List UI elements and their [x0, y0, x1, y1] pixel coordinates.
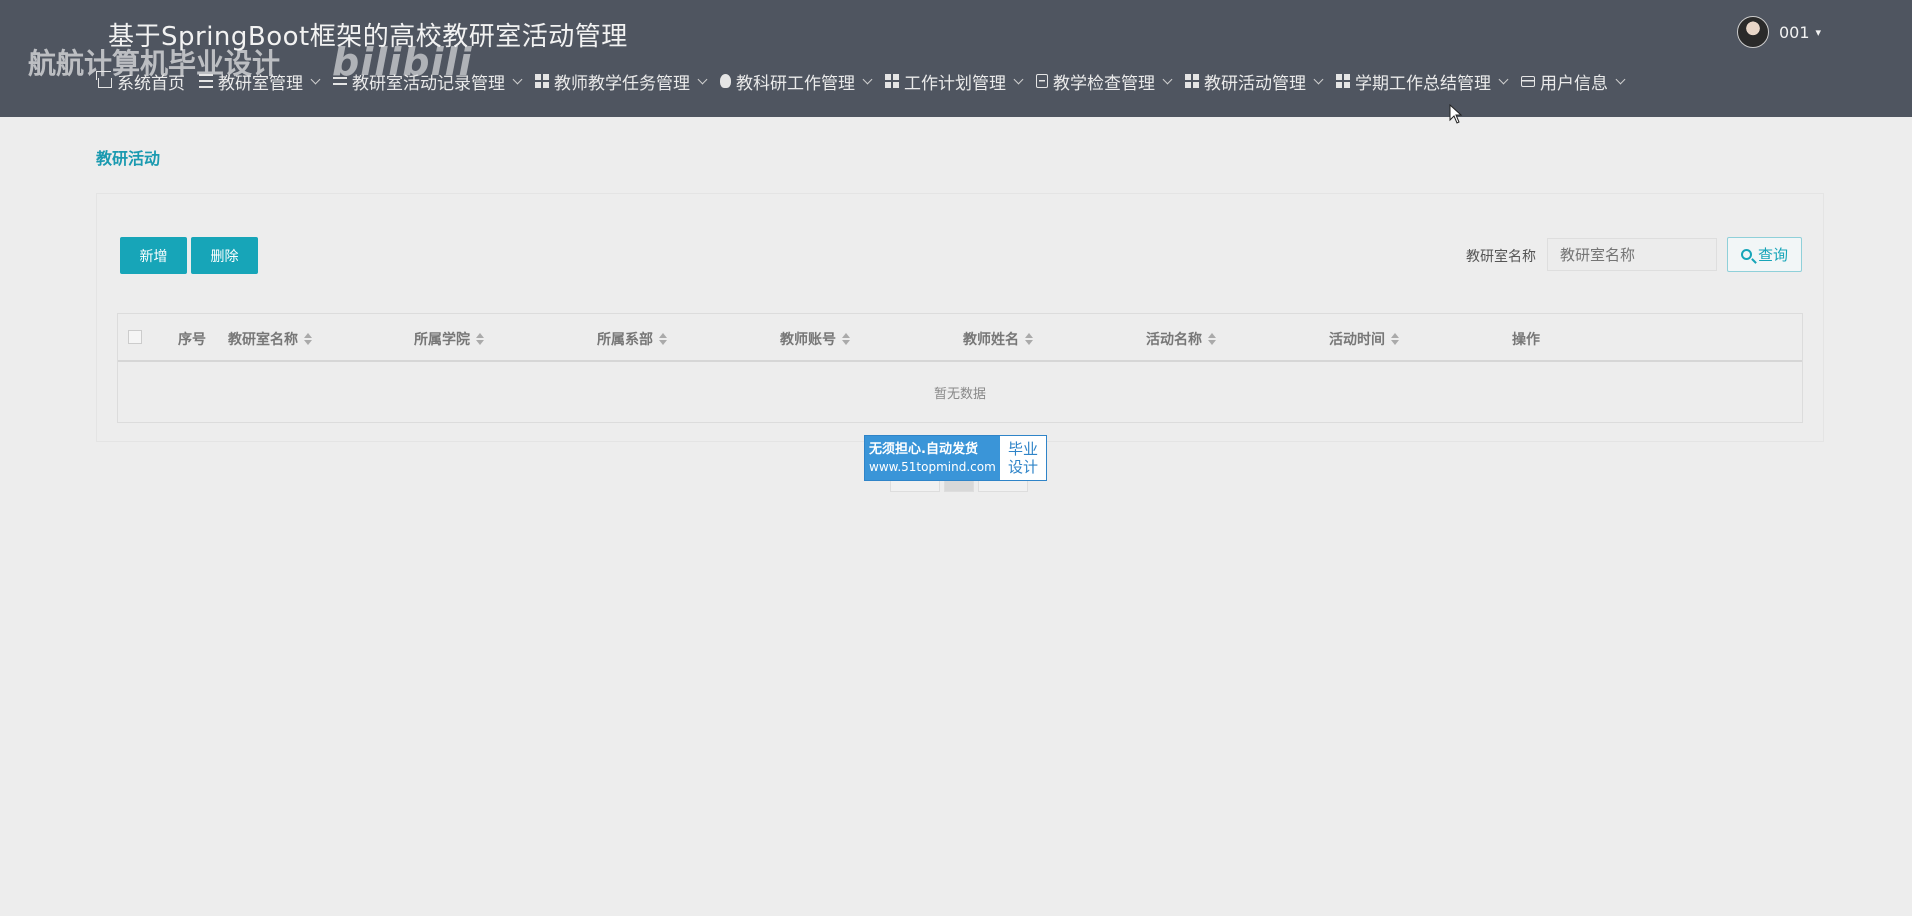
nav-item-research-activities[interactable]: 教研活动管理 [1185, 69, 1324, 94]
nav-item-teaching-inspection[interactable]: 教学检查管理 [1036, 69, 1173, 94]
search-icon [1740, 249, 1752, 260]
nav-item-label[interactable]: 系统首页 [117, 69, 185, 94]
column-header-department[interactable]: 所属系部 [597, 329, 667, 349]
column-header-college[interactable]: 所属学院 [414, 329, 484, 349]
main-nav: 系统首页 教研室管理 教研室活动记录管理 教师教学任务管理 教科研工作管理 工作… [98, 68, 1638, 94]
ad-right-line-1: 毕业 [1007, 440, 1038, 458]
sort-icon[interactable] [476, 333, 484, 345]
grid-icon [1336, 74, 1350, 88]
column-header-activity-name[interactable]: 活动名称 [1146, 329, 1216, 349]
bulb-icon [720, 74, 731, 88]
list-icon [199, 74, 213, 88]
table-header: 序号 教研室名称 所属学院 所属系部 教师账号 教师姓名 活动名称 活动时间 操… [118, 314, 1802, 362]
card-icon [1521, 75, 1535, 87]
ad-line-1: 无须担心.自动发货 [869, 442, 978, 457]
nav-item-label[interactable]: 教师教学任务管理 [554, 69, 690, 94]
nav-item-label[interactable]: 用户信息 [1540, 69, 1608, 94]
sort-icon[interactable] [659, 333, 667, 345]
avatar[interactable] [1737, 16, 1769, 48]
grid-icon [885, 74, 899, 88]
empty-state: 暂无数据 [933, 386, 986, 402]
nav-item-label[interactable]: 教科研工作管理 [736, 69, 855, 94]
nav-item-semester-summary[interactable]: 学期工作总结管理 [1336, 69, 1509, 94]
chevron-down-icon [697, 74, 708, 84]
grid-icon [1185, 74, 1199, 88]
home-icon [98, 77, 112, 88]
nav-item-label[interactable]: 工作计划管理 [904, 69, 1006, 94]
column-header-index: 序号 [178, 332, 206, 348]
nav-item-office-management[interactable]: 教研室管理 [199, 69, 321, 94]
sort-icon[interactable] [1025, 333, 1033, 345]
clipboard-icon [1036, 74, 1048, 88]
ad-right-line-2: 设计 [1007, 458, 1038, 476]
grid-icon [535, 74, 549, 88]
search-input[interactable] [1547, 238, 1717, 271]
content-panel: 新增 删除 教研室名称 查询 序号 教研室名称 所属学院 所属系部 教师账号 教… [96, 193, 1824, 442]
chevron-down-icon [1615, 74, 1626, 84]
ad-banner[interactable]: 无须担心.自动发货 www.51topmind.com 毕业 设计 [864, 435, 1047, 481]
add-button[interactable]: 新增 [120, 237, 187, 274]
sort-icon[interactable] [304, 333, 312, 345]
chevron-down-icon[interactable]: ▾ [1816, 26, 1822, 39]
search-button-label[interactable]: 查询 [1758, 244, 1788, 265]
ad-line-2: www.51topmind.com [869, 460, 996, 474]
user-name[interactable]: 001 [1779, 23, 1810, 42]
nav-item-label[interactable]: 教学检查管理 [1053, 69, 1155, 94]
sort-icon[interactable] [842, 333, 850, 345]
chevron-down-icon [512, 74, 523, 84]
swap-icon [333, 74, 347, 88]
top-header: 基于SpringBoot框架的高校教研室活动管理 航航计算机毕业设计 bilib… [0, 0, 1912, 124]
data-table: 序号 教研室名称 所属学院 所属系部 教师账号 教师姓名 活动名称 活动时间 操… [117, 313, 1803, 423]
column-header-activity-time[interactable]: 活动时间 [1329, 329, 1399, 349]
search-label: 教研室名称 [1466, 249, 1536, 265]
sort-icon[interactable] [1391, 333, 1399, 345]
nav-item-user-info[interactable]: 用户信息 [1521, 69, 1626, 94]
chevron-down-icon [1313, 74, 1324, 84]
sort-icon[interactable] [1208, 333, 1216, 345]
ad-banner-right: 毕业 设计 [1000, 436, 1046, 480]
ad-banner-left: 无须担心.自动发货 www.51topmind.com [865, 436, 1000, 480]
search-button[interactable]: 查询 [1727, 237, 1802, 272]
select-all-checkbox[interactable] [128, 330, 142, 344]
user-menu[interactable]: 001 ▾ [1737, 15, 1821, 49]
chevron-down-icon [1162, 74, 1173, 84]
chevron-down-icon [310, 74, 321, 84]
nav-item-home[interactable]: 系统首页 [98, 69, 185, 94]
chevron-down-icon [862, 74, 873, 84]
nav-item-work-plans[interactable]: 工作计划管理 [885, 69, 1024, 94]
chevron-down-icon [1013, 74, 1024, 84]
delete-button[interactable]: 删除 [191, 237, 258, 274]
nav-item-research-work[interactable]: 教科研工作管理 [720, 69, 873, 94]
column-header-teacher-name[interactable]: 教师姓名 [963, 329, 1033, 349]
column-header-actions: 操作 [1512, 332, 1540, 348]
nav-item-label[interactable]: 教研室管理 [218, 69, 303, 94]
nav-item-activity-records[interactable]: 教研室活动记录管理 [333, 69, 523, 94]
nav-item-label[interactable]: 教研室活动记录管理 [352, 69, 505, 94]
breadcrumb: 教研活动 [96, 149, 161, 168]
nav-item-label[interactable]: 学期工作总结管理 [1355, 69, 1491, 94]
chevron-down-icon [1498, 74, 1509, 84]
column-header-teacher-account[interactable]: 教师账号 [780, 329, 850, 349]
nav-item-label[interactable]: 教研活动管理 [1204, 69, 1306, 94]
column-header-office-name[interactable]: 教研室名称 [228, 329, 312, 349]
nav-item-teaching-tasks[interactable]: 教师教学任务管理 [535, 69, 708, 94]
